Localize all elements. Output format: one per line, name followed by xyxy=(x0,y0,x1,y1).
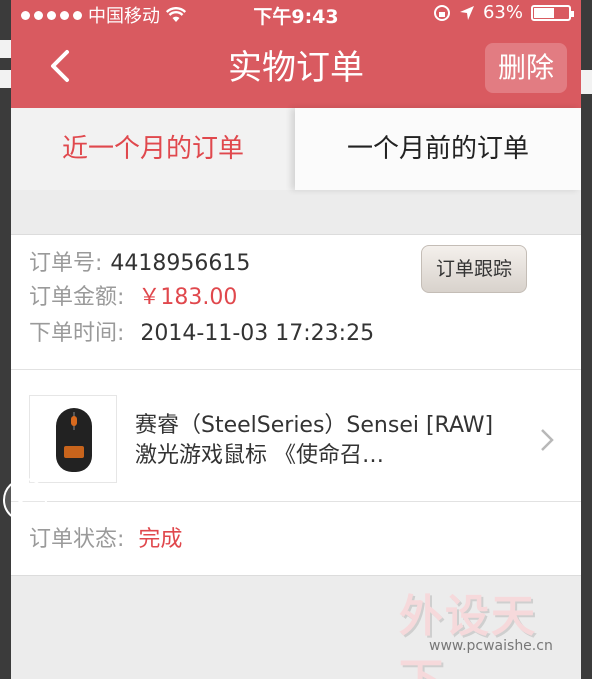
battery-level xyxy=(534,7,554,18)
watermark: 外设天下 www.pcwaishe.cn xyxy=(399,580,579,679)
watermark-title: 外设天下 xyxy=(399,591,537,679)
chevron-right-icon xyxy=(541,429,554,451)
order-amount-value: ￥183.00 xyxy=(138,285,238,310)
background-page-right xyxy=(581,0,592,679)
gaming-mouse-image xyxy=(56,408,92,472)
order-number-value: 4418956615 xyxy=(110,251,251,276)
order-status-value: 完成 xyxy=(138,527,183,552)
navigation-bar: 实物订单 删除 xyxy=(11,28,581,108)
status-right: 63% xyxy=(433,2,574,23)
watermark-url: www.pcwaishe.cn xyxy=(429,638,553,654)
order-amount-label: 订单金额: xyxy=(29,285,125,310)
phone-screen: 中国移动 下午9:43 63% 实物订单 删除 近一个月的订单 一个月前的订单 … xyxy=(11,0,581,679)
status-bar: 中国移动 下午9:43 63% xyxy=(11,0,581,28)
battery-icon xyxy=(531,4,574,21)
location-arrow-icon xyxy=(459,5,474,20)
tab-older-than-month[interactable]: 一个月前的订单 xyxy=(295,108,581,190)
order-status-label: 订单状态: xyxy=(29,527,125,552)
tab-recent-month[interactable]: 近一个月的订单 xyxy=(11,108,295,190)
product-row[interactable]: 赛睿（SteelSeries）Sensei [RAW] 激光游戏鼠标 《使命召… xyxy=(11,371,581,501)
delete-button[interactable]: 删除 xyxy=(485,43,567,93)
order-number-label: 订单号: xyxy=(29,251,103,276)
order-number-row: 订单号: 4418956615 xyxy=(29,249,250,279)
chevron-left-icon xyxy=(16,488,31,512)
carousel-previous-icon[interactable] xyxy=(3,478,47,522)
order-tracking-button[interactable]: 订单跟踪 xyxy=(421,245,527,293)
product-thumbnail xyxy=(29,395,117,483)
divider xyxy=(11,369,581,370)
battery-percent: 63% xyxy=(482,2,523,23)
order-tabs: 近一个月的订单 一个月前的订单 xyxy=(11,108,581,190)
order-card: 订单号: 4418956615 订单金额: ￥183.00 下单时间: 2014-11… xyxy=(11,234,581,576)
background-strip xyxy=(581,70,592,94)
rotation-lock-icon xyxy=(433,4,450,21)
divider xyxy=(11,501,581,502)
product-name: 赛睿（SteelSeries）Sensei [RAW] 激光游戏鼠标 《使命召… xyxy=(135,413,494,468)
order-status-row: 订单状态: 完成 xyxy=(29,525,182,555)
order-time-label: 下单时间: xyxy=(29,321,125,346)
order-amount-row: 订单金额: ￥183.00 xyxy=(29,283,237,313)
order-time-row: 下单时间: 2014-11-03 17:23:25 xyxy=(29,319,374,349)
order-time-value: 2014-11-03 17:23:25 xyxy=(140,321,375,346)
